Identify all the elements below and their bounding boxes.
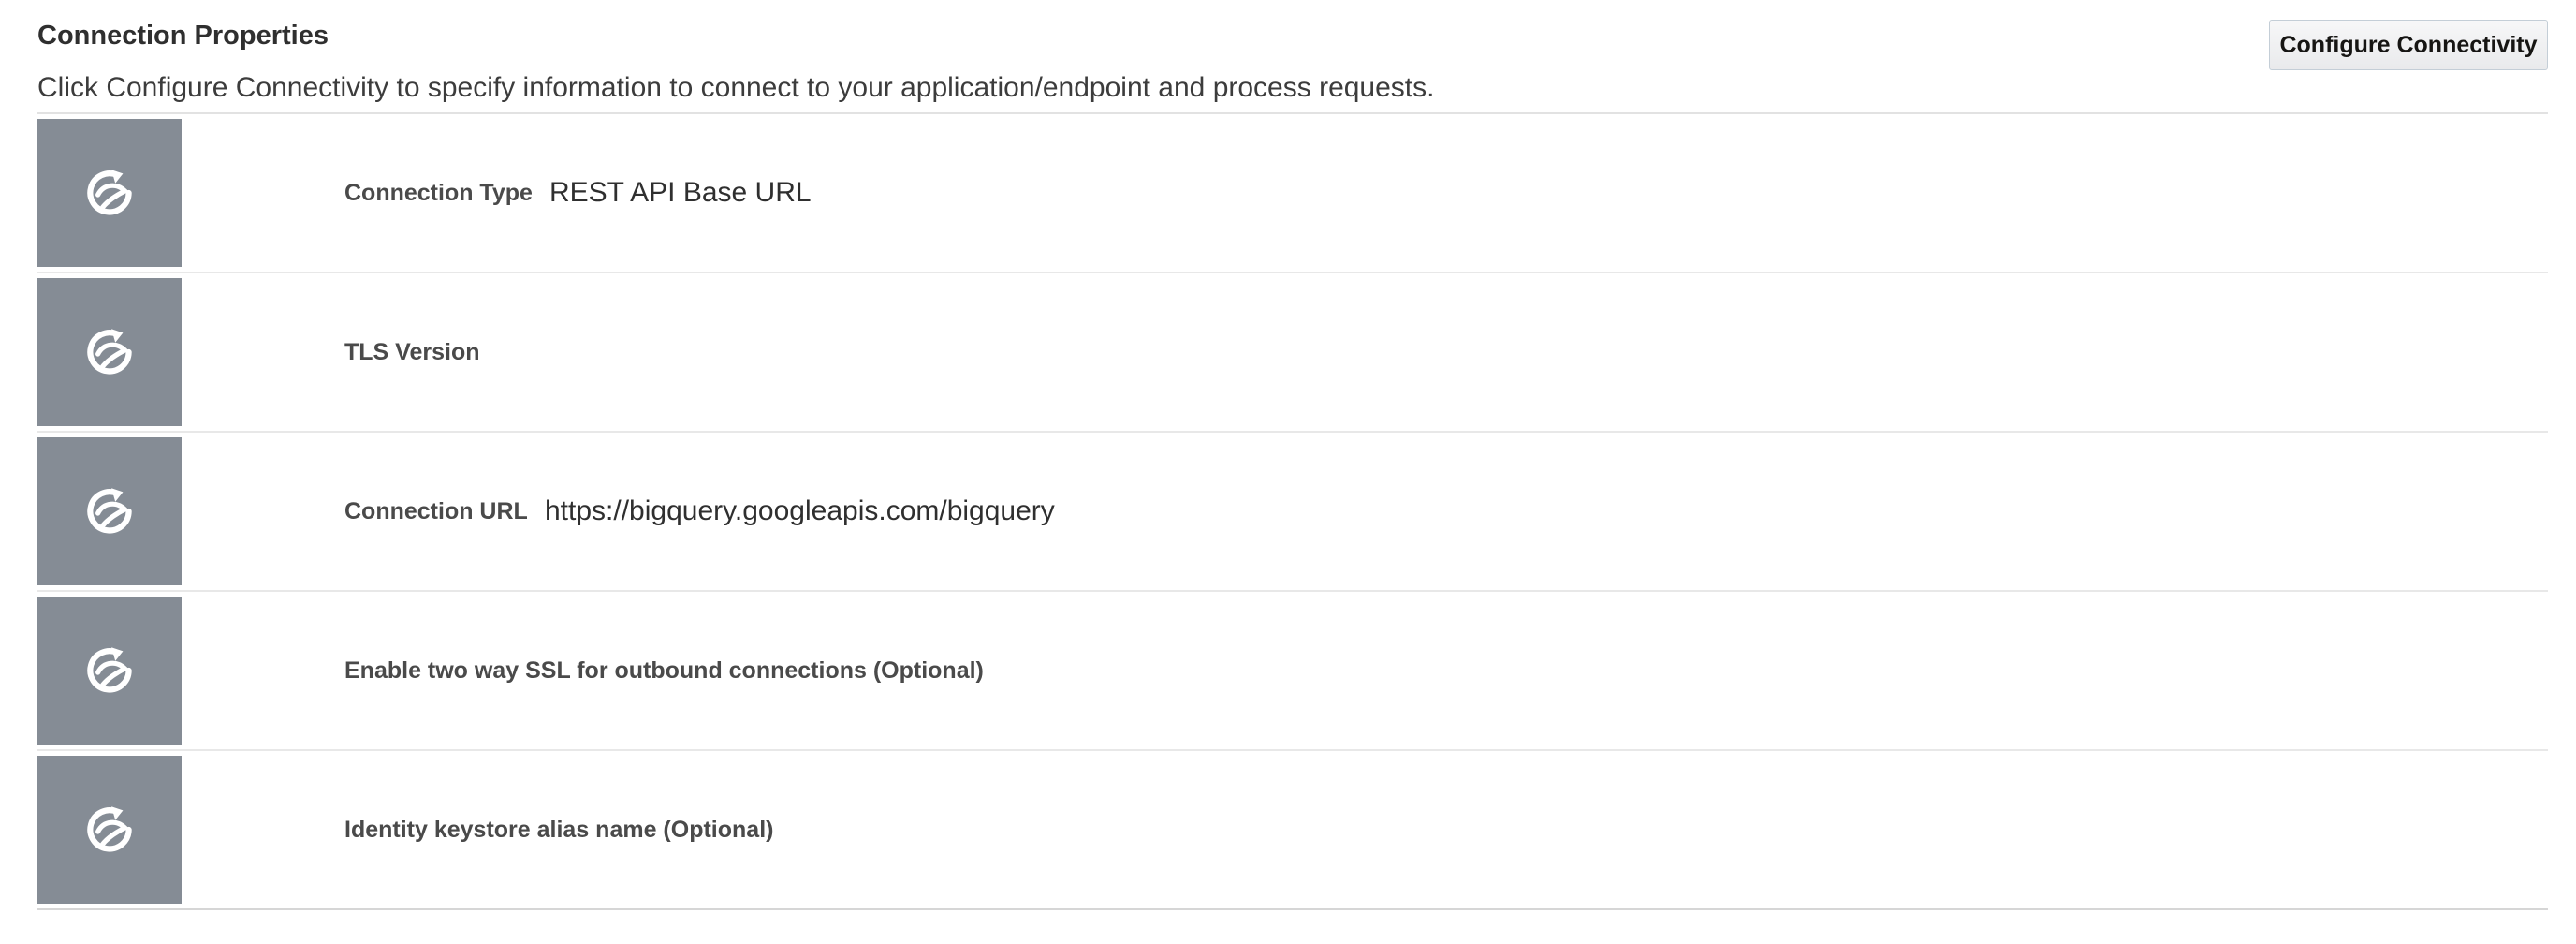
property-label: Connection URL [344, 497, 528, 524]
property-value: https://bigquery.googleapis.com/bigquery [545, 495, 1055, 526]
property-row-connection-type: Connection Type REST API Base URL [37, 114, 2548, 273]
refresh-swirl-icon [87, 488, 132, 534]
configure-connectivity-button[interactable]: Configure Connectivity [2269, 20, 2548, 70]
refresh-swirl-icon [87, 647, 132, 693]
refresh-swirl-icon [87, 806, 132, 852]
property-icon [37, 278, 182, 426]
property-icon [37, 119, 182, 267]
property-icon [37, 437, 182, 585]
property-row-connection-url: Connection URL https://bigquery.googleap… [37, 433, 2548, 592]
property-label: Identity keystore alias name (Optional) [344, 816, 774, 843]
section-title: Connection Properties [37, 21, 329, 51]
refresh-swirl-icon [87, 170, 132, 215]
property-row-identity-keystore-alias: Identity keystore alias name (Optional) [37, 751, 2548, 910]
property-row-two-way-ssl: Enable two way SSL for outbound connecti… [37, 592, 2548, 751]
section-description: Click Configure Connectivity to specify … [37, 72, 1435, 103]
property-value: REST API Base URL [549, 177, 812, 208]
property-icon [37, 756, 182, 904]
property-row-tls-version: TLS Version [37, 273, 2548, 433]
refresh-swirl-icon [87, 329, 132, 375]
property-icon [37, 597, 182, 745]
connection-properties-list: Connection Type REST API Base URL TLS Ve… [37, 112, 2548, 910]
property-label: Enable two way SSL for outbound connecti… [344, 656, 984, 684]
property-label: Connection Type [344, 179, 533, 206]
property-label: TLS Version [344, 338, 480, 365]
